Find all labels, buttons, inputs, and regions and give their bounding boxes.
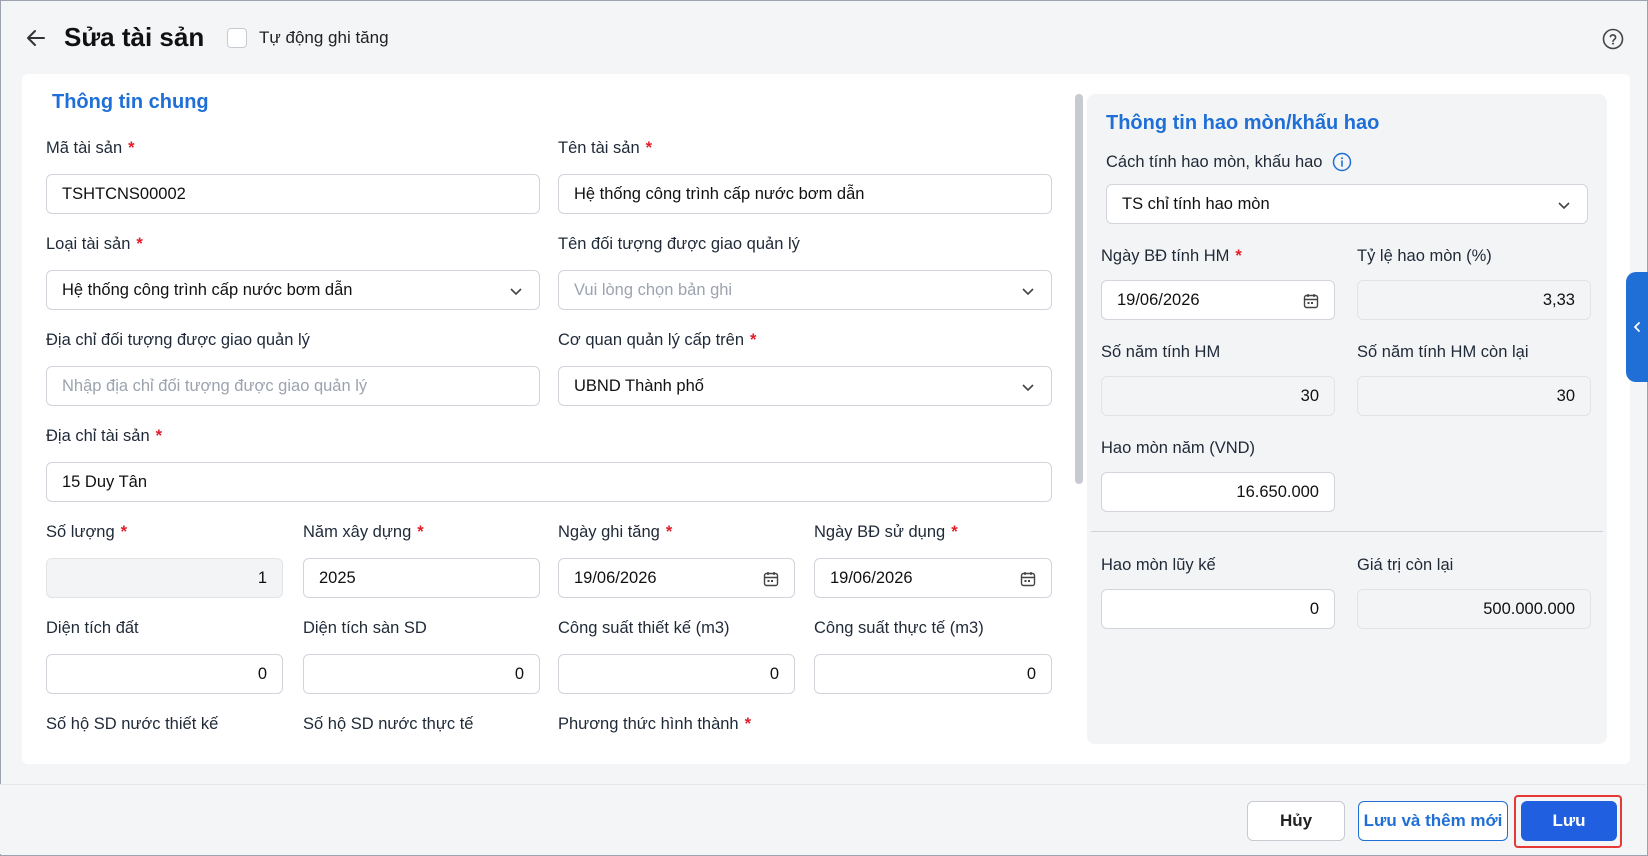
asset-code-input[interactable]: TSHTCNS00002 [46,174,540,214]
back-arrow-icon[interactable] [22,24,50,52]
asset-code-label: Mã tài sản * [46,139,135,157]
panel-divider [1091,531,1603,532]
design-households-label: Số hộ SD nước thiết kế [46,715,219,733]
annual-depreciation-label: Hao mòn năm (VND) [1101,439,1256,457]
assignee-address-input[interactable]: Nhập địa chỉ đối tượng được giao quản lý [46,366,540,406]
land-area-input[interactable]: 0 [46,654,283,694]
calendar-icon[interactable] [1302,292,1320,310]
asset-type-label: Loại tài sản * [46,235,143,253]
design-capacity-input[interactable]: 0 [558,654,795,694]
scrollbar-thumb[interactable] [1075,94,1083,484]
depreciation-rate-label: Tỷ lệ hao mòn (%) [1357,247,1492,265]
formation-method-label: Phương thức hình thành * [558,715,752,733]
increase-date-input[interactable]: 19/06/2026 [558,558,795,598]
remaining-years-input: 30 [1357,376,1591,416]
floor-area-label: Diện tích sàn SD [303,619,427,637]
depreciation-method-label: Cách tính hao mòn, khấu hao [1106,152,1352,172]
depreciation-rate-input: 3,33 [1357,280,1591,320]
design-capacity-label: Công suất thiết kế (m3) [558,619,730,637]
chevron-down-icon [510,288,522,296]
depreciation-start-date-input[interactable]: 19/06/2026 [1101,280,1335,320]
assignee-address-label: Địa chỉ đối tượng được giao quản lý [46,331,310,349]
assignee-select[interactable]: Vui lòng chọn bản ghi [558,270,1052,310]
quantity-input: 1 [46,558,283,598]
general-section-title: Thông tin chung [52,91,209,113]
asset-name-label: Tên tài sản * [558,139,653,157]
page-title: Sửa tài sản [64,22,205,52]
auto-increase-label: Tự động ghi tăng [259,28,389,47]
asset-address-input[interactable]: 15 Duy Tân [46,462,1052,502]
info-icon[interactable] [1332,152,1352,172]
annual-depreciation-input[interactable]: 16.650.000 [1101,472,1335,512]
increase-date-label: Ngày ghi tăng * [558,523,673,541]
save-button[interactable]: Lưu [1521,801,1617,841]
depreciation-start-date-label: Ngày BĐ tính HM * [1101,247,1242,265]
depreciation-years-input: 30 [1101,376,1335,416]
remaining-value-label: Giá trị còn lại [1357,556,1454,574]
depreciation-years-label: Số năm tính HM [1101,343,1221,361]
quantity-label: Số lượng * [46,523,128,541]
calendar-icon[interactable] [1019,570,1037,588]
parent-agency-label: Cơ quan quản lý cấp trên * [558,331,757,349]
accumulated-depreciation-label: Hao mòn lũy kế [1101,556,1216,574]
cancel-button[interactable]: Hủy [1247,801,1345,841]
help-icon[interactable] [1602,28,1624,50]
build-year-label: Năm xây dựng * [303,523,424,541]
chevron-left-icon [1634,322,1640,332]
floor-area-input[interactable]: 0 [303,654,540,694]
actual-capacity-input[interactable]: 0 [814,654,1052,694]
build-year-input[interactable]: 2025 [303,558,540,598]
land-area-label: Diện tích đất [46,619,139,637]
depreciation-method-select[interactable]: TS chỉ tính hao mòn [1106,184,1588,224]
asset-name-input[interactable]: Hệ thống công trình cấp nước bơm dẫn [558,174,1052,214]
accumulated-depreciation-input[interactable]: 0 [1101,589,1335,629]
calendar-icon[interactable] [762,570,780,588]
remaining-value-input: 500.000.000 [1357,589,1591,629]
actual-capacity-label: Công suất thực tế (m3) [814,619,984,637]
assignee-label: Tên đối tượng được giao quản lý [558,235,800,253]
remaining-years-label: Số năm tính HM còn lại [1357,343,1529,361]
depreciation-section-title: Thông tin hao mòn/khấu hao [1106,112,1380,134]
parent-agency-select[interactable]: UBND Thành phố [558,366,1052,406]
actual-households-label: Số hộ SD nước thực tế [303,715,474,733]
save-and-new-button[interactable]: Lưu và thêm mới [1358,801,1508,841]
chevron-down-icon [1022,384,1034,392]
usage-start-date-label: Ngày BĐ sử dụng * [814,523,958,541]
asset-type-select[interactable]: Hệ thống công trình cấp nước bơm dẫn [46,270,540,310]
usage-start-date-input[interactable]: 19/06/2026 [814,558,1052,598]
collapse-panel-tab[interactable] [1626,272,1648,382]
auto-increase-checkbox[interactable] [227,28,247,48]
asset-address-label: Địa chỉ tài sản * [46,427,163,445]
chevron-down-icon [1558,202,1570,210]
chevron-down-icon [1022,288,1034,296]
auto-increase-toggle[interactable]: Tự động ghi tăng [227,28,389,48]
